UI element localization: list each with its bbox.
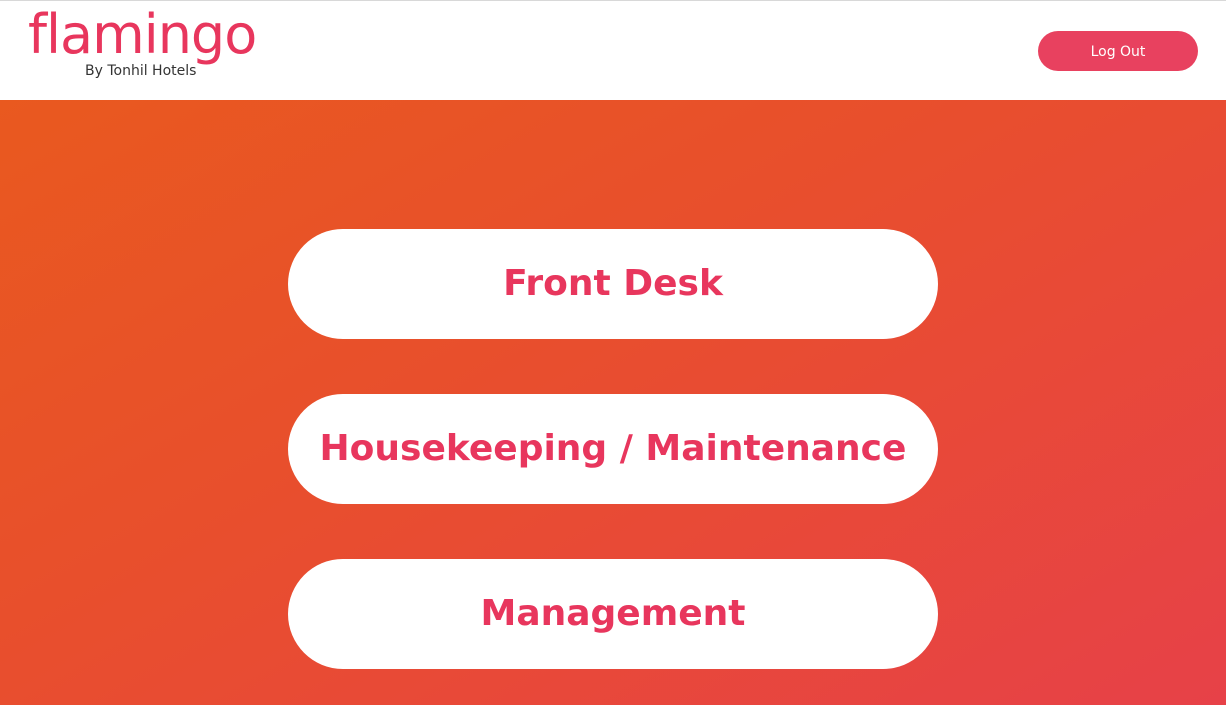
top-header: flamingo By Tonhil Hotels Log Out <box>0 0 1226 100</box>
logo-subtitle: By Tonhil Hotels <box>85 63 197 79</box>
logo-wordmark: flamingo <box>28 3 257 66</box>
role-selection-panel: Front Desk Housekeeping / Maintenance Ma… <box>0 100 1226 705</box>
flamingo-logo[interactable]: flamingo By Tonhil Hotels <box>28 3 288 91</box>
logout-button[interactable]: Log Out <box>1038 31 1198 71</box>
management-button[interactable]: Management <box>288 559 938 669</box>
housekeeping-maintenance-button[interactable]: Housekeeping / Maintenance <box>288 394 938 504</box>
front-desk-button[interactable]: Front Desk <box>288 229 938 339</box>
